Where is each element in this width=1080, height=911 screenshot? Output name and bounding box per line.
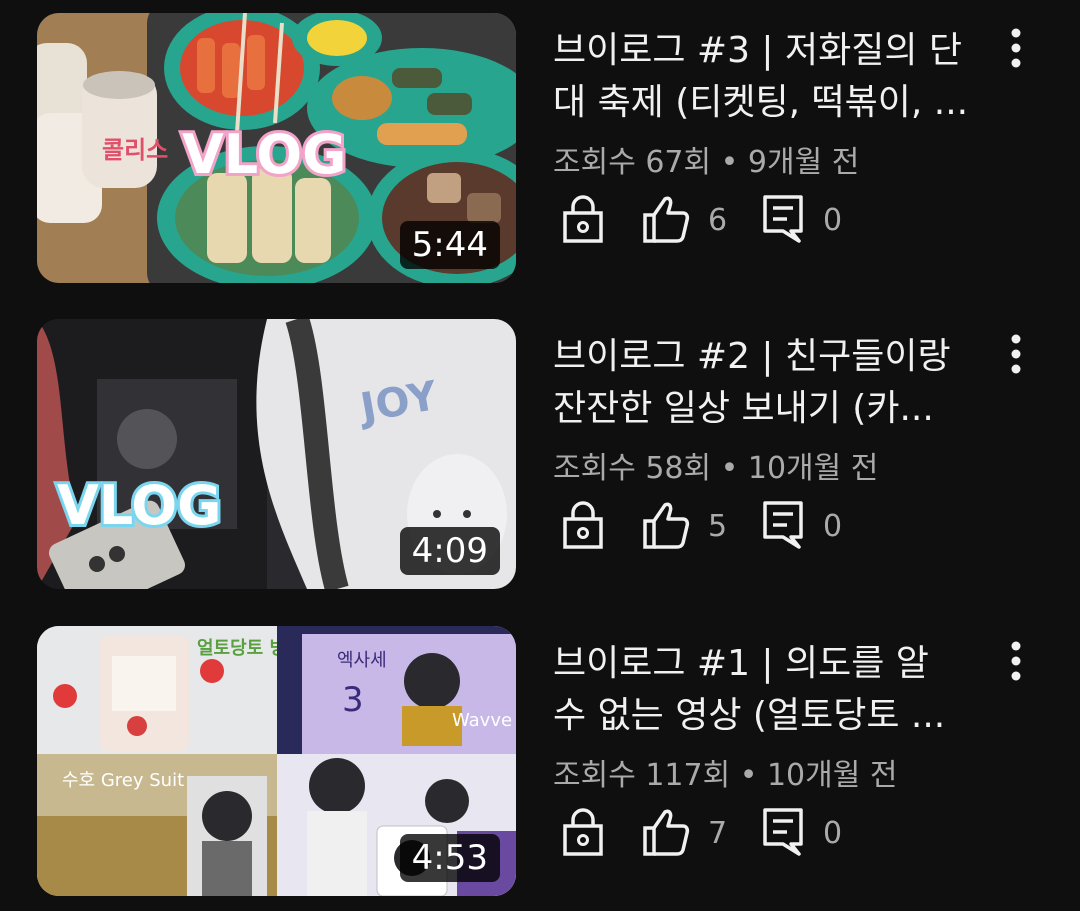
video-stats: 5 0 — [553, 499, 973, 559]
video-stats: 6 0 — [553, 193, 973, 253]
video-item[interactable]: 얼토당토 빙토 엑사세 3 Wavve 수호 Grey Suit 4:53 브이… — [0, 626, 1080, 898]
card-text: 엑사세 — [337, 650, 387, 671]
video-thumbnail[interactable]: 얼토당토 빙토 엑사세 3 Wavve 수호 Grey Suit 4:53 — [37, 626, 516, 896]
duration-badge: 4:09 — [399, 527, 500, 575]
video-title[interactable]: 브이로그 #1 | 의도를 알 수 없는 영상 (얼토당토 ... — [553, 638, 993, 742]
video-meta: 조회수 67회 • 9개월 전 — [553, 145, 860, 180]
video-thumbnail[interactable]: 콜리스 VLOG 5:44 — [37, 13, 516, 283]
comment-icon[interactable] — [761, 499, 805, 551]
video-stats: 7 0 — [553, 806, 973, 866]
like-count: 7 — [708, 816, 728, 851]
video-item[interactable]: 콜리스 VLOG 5:44 브이로그 #3 | 저화질의 단 대 축제 (티켓팅… — [0, 13, 1080, 285]
lock-icon — [563, 195, 603, 243]
like-count: 5 — [708, 509, 728, 544]
duration-badge: 5:44 — [399, 221, 500, 269]
vlog-overlay-text: VLOG — [182, 123, 347, 186]
comment-count: 0 — [823, 509, 843, 544]
lock-icon — [563, 808, 603, 856]
video-meta: 조회수 58회 • 10개월 전 — [553, 451, 879, 486]
poster-text: 수호 Grey Suit — [62, 770, 184, 791]
comment-count: 0 — [823, 203, 843, 238]
thumbs-up-icon[interactable] — [641, 193, 691, 245]
video-item[interactable]: JOY VLOG 4:09 브이로그 #2 | 친구들이랑 잔잔한 일상 보내기… — [0, 319, 1080, 591]
more-vertical-icon[interactable] — [996, 636, 1036, 686]
video-title[interactable]: 브이로그 #2 | 친구들이랑 잔잔한 일상 보내기 (카... — [553, 331, 993, 435]
more-vertical-icon[interactable] — [996, 329, 1036, 379]
duration-badge: 4:53 — [399, 834, 500, 882]
can-label: 콜리스 — [102, 136, 168, 164]
comment-icon[interactable] — [761, 806, 805, 858]
video-meta: 조회수 117회 • 10개월 전 — [553, 758, 898, 793]
thumbs-up-icon[interactable] — [641, 499, 691, 551]
comment-count: 0 — [823, 816, 843, 851]
card-brand: Wavve — [452, 710, 512, 731]
video-list: 콜리스 VLOG 5:44 브이로그 #3 | 저화질의 단 대 축제 (티켓팅… — [0, 0, 1080, 911]
vlog-overlay-text: VLOG — [57, 474, 222, 537]
like-count: 6 — [708, 203, 728, 238]
video-title[interactable]: 브이로그 #3 | 저화질의 단 대 축제 (티켓팅, 떡볶이, ... — [553, 25, 993, 129]
thumbs-up-icon[interactable] — [641, 806, 691, 858]
card-number: 3 — [342, 680, 364, 720]
comment-icon[interactable] — [761, 193, 805, 245]
video-thumbnail[interactable]: JOY VLOG 4:09 — [37, 319, 516, 589]
more-vertical-icon[interactable] — [996, 23, 1036, 73]
lock-icon — [563, 501, 603, 549]
